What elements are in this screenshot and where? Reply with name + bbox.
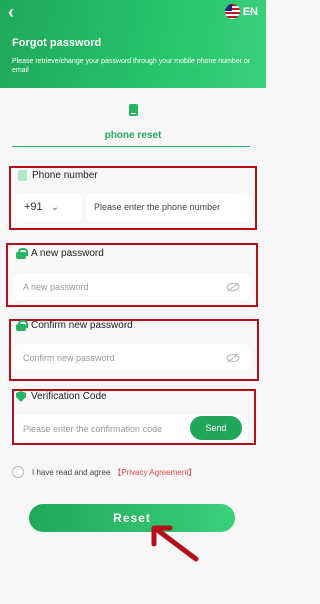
verification-placeholder: Please enter the confirmation code	[23, 423, 163, 434]
new-password-label-text: A new password	[31, 248, 104, 259]
chevron-down-icon: ⌄	[50, 201, 60, 213]
confirm-password-input[interactable]: Confirm new password	[14, 344, 250, 371]
confirm-password-label-text: Confirm new password	[31, 320, 133, 331]
red-arrow-annotation-icon	[151, 525, 199, 562]
phone-placeholder: Please enter the phone number	[94, 202, 221, 212]
eye-off-icon[interactable]	[226, 353, 240, 363]
agreement-row: I have read and agree 【Privacy Agreement…	[12, 466, 196, 478]
country-code-value: +91	[24, 201, 43, 213]
lock-icon	[16, 248, 28, 259]
page-title: Forgot password	[12, 37, 102, 49]
shield-check-icon	[16, 391, 26, 402]
tab-underline	[12, 146, 250, 147]
language-label: EN	[242, 5, 258, 18]
eye-off-icon[interactable]	[226, 282, 240, 292]
privacy-agreement-link[interactable]: 【Privacy Agreement】	[113, 467, 196, 478]
confirm-password-label: Confirm new password	[16, 320, 133, 331]
verification-label: Verification Code	[16, 391, 107, 402]
page-subtitle: Please retrieve/change your password thr…	[12, 58, 251, 74]
new-password-label: A new password	[16, 248, 104, 259]
back-chevron-icon[interactable]: ‹	[8, 3, 14, 21]
confirm-password-placeholder: Confirm new password	[23, 352, 115, 363]
phone-icon	[128, 104, 138, 116]
lock-icon	[16, 320, 28, 331]
new-password-placeholder: A new password	[23, 281, 89, 292]
agreement-radio[interactable]	[12, 466, 24, 478]
tab-phone-reset[interactable]: phone reset	[0, 103, 266, 141]
agreement-text: I have read and agree	[32, 467, 111, 477]
us-flag-icon	[224, 4, 240, 19]
new-password-input[interactable]: A new password	[14, 273, 250, 300]
phone-input[interactable]: Please enter the phone number	[86, 193, 250, 221]
phone-small-icon	[18, 170, 27, 181]
country-code-select[interactable]: +91 ⌄	[15, 193, 82, 221]
tab-label: phone reset	[104, 130, 162, 141]
phone-label: Phone number	[18, 170, 98, 181]
phone-label-text: Phone number	[32, 170, 98, 181]
verification-label-text: Verification Code	[31, 391, 107, 402]
language-switcher[interactable]: EN	[224, 4, 258, 19]
reset-button[interactable]: Reset	[29, 504, 235, 532]
header: ‹ EN Forgot password Please retrieve/cha…	[0, 0, 266, 88]
send-code-button[interactable]: Send	[190, 416, 242, 440]
